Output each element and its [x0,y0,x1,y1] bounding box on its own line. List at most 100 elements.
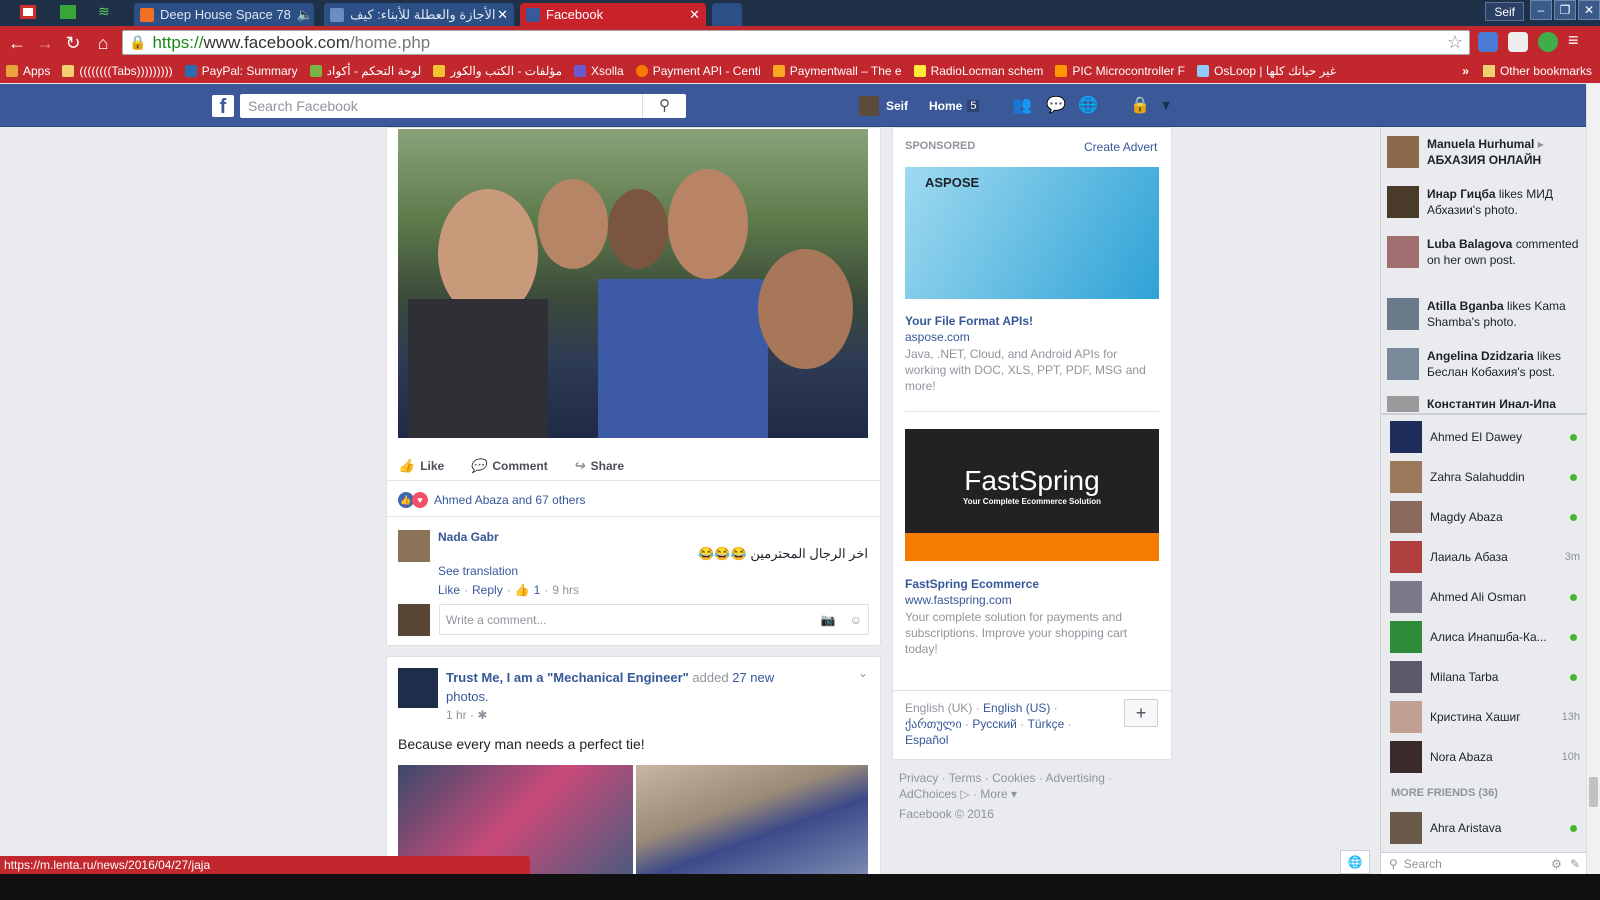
chat-friend[interactable]: Zahra Salahuddin [1390,461,1580,493]
footer-link[interactable]: Cookies [992,771,1035,785]
language-link[interactable]: Español [905,733,948,747]
chat-friend[interactable]: Лаиаль Абаза 3m [1390,541,1580,573]
new-tab-button[interactable] [712,3,742,26]
comment-reply-link[interactable]: Reply [472,583,503,597]
close-tab-icon[interactable]: ✕ [313,7,314,23]
gear-icon[interactable]: ⚙ [1551,857,1562,871]
emoji-icon[interactable]: ☺ [850,613,862,627]
share-button[interactable]: ↪ Share [574,458,624,474]
close-tab-icon[interactable]: ✕ [689,7,700,23]
other-bookmarks[interactable]: » Other bookmarks [1454,59,1592,83]
post-photo[interactable] [636,765,868,875]
home-link[interactable]: Home 5 [929,96,980,116]
chat-friend[interactable]: Кристина Хашиг 13h [1390,701,1580,733]
tab-facebook[interactable]: Facebook ✕ [520,3,706,26]
footer-link[interactable]: More [980,787,1007,801]
ticker-item[interactable]: Инар Гицба likes МИД Абхазии's photo. [1387,186,1581,218]
photos-count-link[interactable]: 27 new [732,670,774,685]
ticker-item[interactable]: Константин Инал-Ипа [1387,396,1581,412]
chat-friend[interactable]: Ahra Aristava [1390,812,1580,844]
minimize-icon[interactable]: – [1530,0,1552,20]
forward-icon[interactable]: → [34,32,56,54]
page-scrollbar[interactable] [1586,84,1600,874]
tab-arabic-article[interactable]: الأجازة والعطلة للأبناء: كيف ✕ [324,3,514,26]
compose-icon[interactable]: ✎ [1570,857,1580,871]
profile-name[interactable]: Seif [1485,2,1524,21]
see-translation-link[interactable]: See translation [438,564,518,578]
bookmark-item[interactable]: مؤلفات - الكتب والكور [427,59,568,83]
bookmark-item[interactable]: Xsolla [568,59,630,83]
scrollbar-thumb[interactable] [1589,777,1598,807]
bookmark-item[interactable]: ((((((((Tabs))))))))) [56,59,178,83]
ad-title[interactable]: Your File Format APIs! [905,314,1033,328]
account-menu-icon[interactable]: ▾ [1156,97,1176,115]
chat-friend[interactable]: Ahmed Ali Osman [1390,581,1580,613]
language-link[interactable]: Türkçe [1028,717,1065,731]
extension-icon[interactable] [1508,32,1528,52]
chat-search-input[interactable]: ⚲ Search ⚙ ✎ [1381,852,1586,874]
footer-link[interactable]: AdChoices [899,787,957,801]
translate-extension-icon[interactable] [1478,32,1498,52]
reload-icon[interactable]: ↻ [62,32,84,54]
avatar[interactable] [398,530,430,562]
profile-link[interactable]: Seif [859,96,908,116]
ticker-item[interactable]: Atilla Bganba likes Kama Shamba's photo. [1387,298,1581,330]
write-comment-input[interactable]: Write a comment... 📷 ☺ [439,604,869,635]
footer-link[interactable]: Privacy [899,771,938,785]
bookmark-item[interactable]: Payment API - Centi [630,59,767,83]
chat-friend[interactable]: Ahmed El Dawey [1390,421,1580,453]
facebook-logo[interactable]: f [212,95,234,118]
camera-icon[interactable]: 📷 [821,613,836,627]
bookmark-item[interactable]: OsLoop | غير حياتك كلها [1191,59,1342,83]
ad-image[interactable]: FastSpring Your Complete Ecommerce Solut… [905,429,1159,561]
browser-profile-icon[interactable] [20,5,36,19]
close-window-icon[interactable]: ✕ [1578,0,1600,20]
post-photo[interactable] [398,129,868,438]
page-name[interactable]: Trust Me, I am a "Mechanical Engineer" [446,670,689,685]
language-link[interactable]: ქართული [905,717,962,731]
language-link[interactable]: English (US) [983,701,1050,715]
footer-link[interactable]: Terms [949,771,982,785]
comment-author[interactable]: Nada Gabr [438,530,499,544]
facebook-search-input[interactable]: Search Facebook ⚲ [240,94,686,118]
tab-deep-house[interactable]: Deep House Space 78 🔈 ✕ [134,3,314,26]
bookmark-item[interactable]: لوحة التحكم - أكواد [304,59,428,83]
bookmark-star-icon[interactable]: ☆ [1447,32,1463,53]
chevron-double-right-icon[interactable]: » [1462,64,1469,78]
bookmark-item[interactable]: PIC Microcontroller F [1049,59,1191,83]
bookmark-item[interactable]: Paymentwall – The e [767,59,908,83]
footer-link[interactable]: Advertising [1046,771,1105,785]
chat-friend[interactable]: Magdy Abaza [1390,501,1580,533]
globe-icon[interactable]: 🌐 [1340,850,1370,874]
globe-extension-icon[interactable] [1538,32,1558,52]
chat-friend[interactable]: Алиса Инапшба-Ка... [1390,621,1580,653]
search-icon[interactable]: ⚲ [642,94,686,118]
friend-requests-icon[interactable]: 👥 [1012,97,1032,115]
ticker-item[interactable]: Manuela Hurhumal ▸ АБХАЗИЯ ОНЛАЙН [1387,136,1581,168]
menu-icon[interactable]: ≡ [1568,30,1579,51]
language-link[interactable]: Русский [972,717,1017,731]
rt-tab-icon[interactable] [60,5,76,19]
chat-friend[interactable]: Nora Abaza 10h [1390,741,1580,773]
ticker-item[interactable]: Angelina Dzidzaria likes Беслан Кобахия'… [1387,348,1581,380]
bookmark-item[interactable]: PayPal: Summary [179,59,304,83]
photos-link[interactable]: photos. [446,689,489,704]
page-avatar[interactable] [398,668,438,708]
address-bar[interactable]: 🔒 https:// www.facebook.com /home.php ☆ [122,30,1470,55]
chevron-down-icon[interactable]: ⌄ [858,666,868,680]
ad-domain[interactable]: aspose.com [905,330,970,344]
comment-like-link[interactable]: Like [438,583,460,597]
comment-button[interactable]: 💬 Comment [470,458,548,474]
like-button[interactable]: 👍 Like [398,458,444,474]
back-icon[interactable]: ← [6,32,28,54]
notifications-globe-icon[interactable]: 🌐 [1078,97,1098,115]
ad-title[interactable]: FastSpring Ecommerce [905,577,1039,591]
ad-image[interactable]: ASPOSE [905,167,1159,299]
ad-domain[interactable]: www.fastspring.com [905,593,1012,607]
ticker-item[interactable]: Luba Balagova commented on her own post. [1387,236,1581,268]
close-tab-icon[interactable]: ✕ [497,7,508,23]
chat-friend[interactable]: Milana Tarba [1390,661,1580,693]
bookmark-item[interactable]: RadioLocman schem [908,59,1050,83]
comment-like-count[interactable]: 1 [534,583,541,597]
maximize-icon[interactable]: ❐ [1554,0,1576,20]
